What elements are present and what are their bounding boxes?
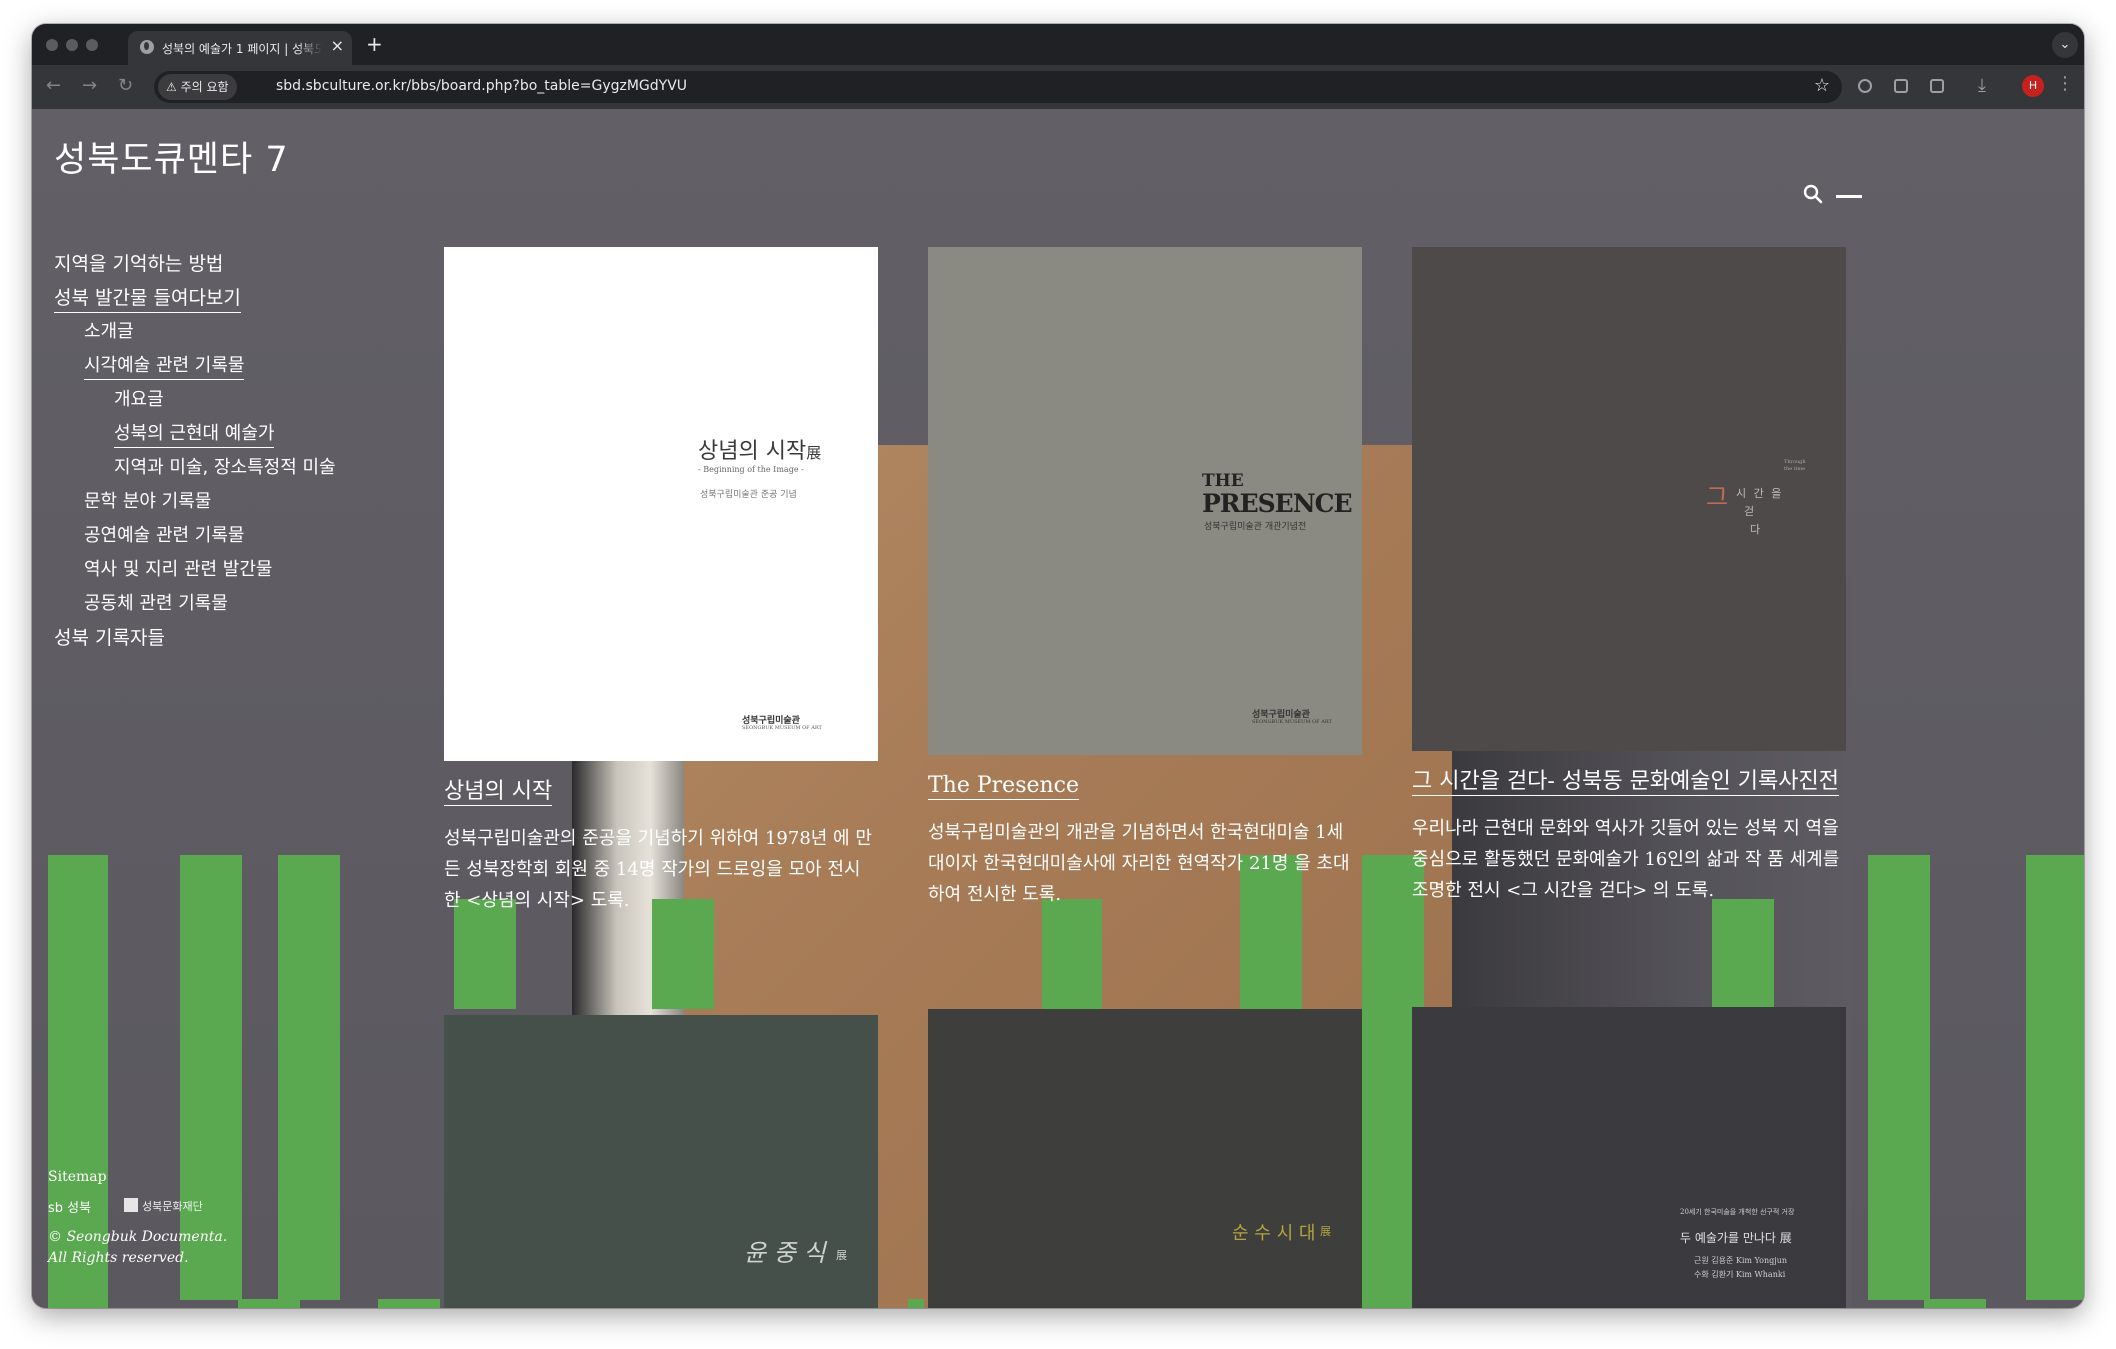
nav-item-performing-arts-records[interactable]: 공연예술 관련 기록물: [84, 521, 244, 547]
cover-title: 윤 중 식: [744, 1239, 826, 1267]
bookmark-star-icon[interactable]: ☆: [1814, 75, 1830, 96]
cover-title-suffix: 展: [1320, 1225, 1331, 1238]
cover-title: 두 예술가를 만나다 展: [1680, 1231, 1792, 1245]
search-icon[interactable]: [1802, 183, 1824, 205]
card-description: 성북구립미술관의 준공을 기념하기 위하여 1978년 에 만든 성북장학회 회…: [444, 828, 872, 911]
nav-item-seongbuk-recorders[interactable]: 성북 기록자들: [54, 623, 165, 650]
site-title[interactable]: 성북도큐멘타 7: [54, 131, 289, 182]
cover-title-suffix: 展: [836, 1249, 847, 1262]
download-icon[interactable]: ⤓: [1978, 75, 1986, 96]
card-cover-image[interactable]: 상념의 시작展 - Beginning of the Image - 성북구립미…: [444, 247, 878, 761]
cover-title: 상념의 시작展: [698, 439, 822, 464]
decor-green-bar: [238, 1299, 300, 1308]
nav-item-seongbuk-publications[interactable]: 성북 발간물 들여다보기: [54, 283, 241, 313]
nav-item-site-specific-art[interactable]: 지역과 미술, 장소특정적 미술: [114, 453, 336, 479]
decor-green-bar: [2026, 855, 2084, 1300]
cover-english-title: Through the time: [1784, 459, 1806, 472]
decor-green-bar: [1712, 899, 1774, 1009]
nav-item-overview[interactable]: 개요글: [114, 385, 164, 411]
cover-publisher-en: SEONGBUK MUSEUM OF ART: [742, 725, 822, 731]
nav-item-history-geography-publications[interactable]: 역사 및 지리 관련 발간물: [84, 555, 273, 581]
card-cover-image[interactable]: 20세기 한국미술을 개척한 선구적 거장 두 예술가를 만나다 展 근원 김용…: [1412, 1007, 1846, 1308]
page-content: 성북도큐멘타 7 지역을 기억하는 방법 성북 발간물 들여다보기 소개글 시각…: [32, 109, 2084, 1308]
profile-avatar[interactable]: H: [2022, 75, 2044, 97]
cover-title: PRESENCE: [1202, 489, 1353, 518]
cover-subtitle: - Beginning of the Image -: [698, 465, 804, 474]
back-button[interactable]: ←: [46, 75, 61, 96]
card-description: 성북구립미술관의 개관을 기념하면서 한국현대미술 1세대이자 한국현대미술사에…: [928, 822, 1350, 905]
url-text: sbd.sbculture.or.kr/bbs/board.php?bo_tab…: [276, 78, 688, 94]
tab-title: 성북의 예술가 1 페이지 | 성북도큐멘타: [162, 42, 322, 56]
copyright-line-2: All Rights reserved.: [48, 1250, 189, 1266]
vpn-extension-icon[interactable]: [1858, 79, 1872, 93]
cover-line-2: 걷: [1744, 505, 1755, 518]
hamburger-menu-button[interactable]: [1836, 189, 1862, 203]
nav-item-remembering-region[interactable]: 지역을 기억하는 방법: [54, 249, 223, 276]
foundation-logo[interactable]: 성북문화재단: [142, 1198, 203, 1214]
tab-bar: 성북의 예술가 1 페이지 | 성북도큐멘타 × + ⌄: [32, 24, 2084, 65]
cover-caption: 성북구립미술관 개관기념전: [1204, 522, 1307, 532]
maximize-window-button[interactable]: [86, 39, 98, 51]
decor-green-bar: [908, 1299, 924, 1308]
decor-green-bar: [1924, 1299, 1986, 1308]
cover-title: 순 수 시 대: [1232, 1223, 1316, 1244]
browser-window: 성북의 예술가 1 페이지 | 성북도큐멘타 × + ⌄ ← → ↻ ⚠ 주의 …: [32, 24, 2084, 1308]
tab-close-icon[interactable]: ×: [331, 36, 344, 55]
cover-line-3: 다: [1750, 523, 1761, 536]
forward-button[interactable]: →: [82, 75, 97, 96]
decor-green-bar: [378, 1299, 440, 1308]
cover-publisher-en: SEONGBUK MUSEUM OF ART: [1252, 719, 1332, 725]
shield-extension-icon[interactable]: [1894, 79, 1908, 93]
tab-search-button[interactable]: ⌄: [2052, 32, 2078, 58]
decor-green-bar: [1042, 899, 1102, 1009]
active-tab[interactable]: 성북의 예술가 1 페이지 | 성북도큐멘타 ×: [128, 31, 352, 65]
card-title[interactable]: 상념의 시작: [444, 779, 553, 807]
decor-green-bar: [1868, 855, 1930, 1300]
browser-toolbar: ← → ↻ ⚠ 주의 요함 sbd.sbculture.or.kr/bbs/bo…: [32, 65, 2084, 109]
copyright: © Seongbuk Documenta. All Rights reserve…: [48, 1227, 227, 1269]
address-bar[interactable]: ⚠ 주의 요함 sbd.sbculture.or.kr/bbs/board.ph…: [154, 71, 1842, 103]
minimize-window-button[interactable]: [66, 39, 78, 51]
copyright-line-1: © Seongbuk Documenta.: [48, 1229, 228, 1245]
card-cover-image[interactable]: THE PRESENCE 성북구립미술관 개관기념전 성북구립미술관 SEONG…: [928, 247, 1362, 755]
cover-big-char: 그: [1706, 483, 1729, 511]
partner-logos: sb 성북 성북문화재단: [48, 1195, 218, 1217]
close-window-button[interactable]: [46, 39, 58, 51]
cover-line-1: 근원 김용준 Kim Yongjun: [1694, 1256, 1788, 1265]
warning-icon: ⚠: [166, 80, 177, 94]
card-title[interactable]: The Presence: [928, 773, 1080, 801]
card-cover-image[interactable]: 순 수 시 대 展: [928, 1009, 1362, 1308]
nav-item-visual-art-records[interactable]: 시각예술 관련 기록물: [84, 351, 245, 380]
card-cover-image[interactable]: 그 시 간 을 걷 다 Through the time: [1412, 247, 1846, 751]
foundation-logo-icon: [124, 1198, 138, 1212]
security-warning-chip[interactable]: ⚠ 주의 요함: [158, 74, 237, 100]
cover-caption: 성북구립미술관 준공 기념: [700, 490, 797, 500]
cover-line-2: 수화 김환기 Kim Whanki: [1694, 1270, 1786, 1279]
card-description: 우리나라 근현대 문화와 역사가 깃들어 있는 성북 지 역을 중심으로 활동했…: [1412, 818, 1840, 901]
nav-item-introduction[interactable]: 소개글: [84, 317, 134, 343]
cover-line-1: 시 간 을: [1736, 487, 1784, 500]
nav-item-modern-artists[interactable]: 성북의 근현대 예술가: [114, 419, 275, 448]
card-cover-image[interactable]: 윤 중 식 展: [444, 1015, 878, 1308]
puzzle-extensions-icon[interactable]: [1930, 79, 1944, 93]
globe-icon: [140, 40, 154, 54]
decor-green-bar: [278, 855, 340, 1300]
sitemap-link[interactable]: Sitemap: [48, 1169, 107, 1185]
cover-top-line: 20세기 한국미술을 개척한 선구적 거장: [1680, 1208, 1795, 1216]
nav-item-literature-records[interactable]: 문학 분야 기록물: [84, 487, 211, 513]
reload-button[interactable]: ↻: [118, 75, 133, 96]
nav-item-community-records[interactable]: 공동체 관련 기록물: [84, 589, 228, 615]
sb-logo[interactable]: sb 성북: [48, 1197, 91, 1216]
browser-menu-icon[interactable]: ⋮: [2056, 73, 2074, 94]
cover-title-top: THE: [1202, 471, 1244, 491]
security-chip-label: 주의 요함: [180, 80, 229, 94]
new-tab-button[interactable]: +: [366, 32, 383, 56]
card-title[interactable]: 그 시간을 걷다- 성북동 문화예술인 기록사진전: [1412, 769, 1839, 797]
